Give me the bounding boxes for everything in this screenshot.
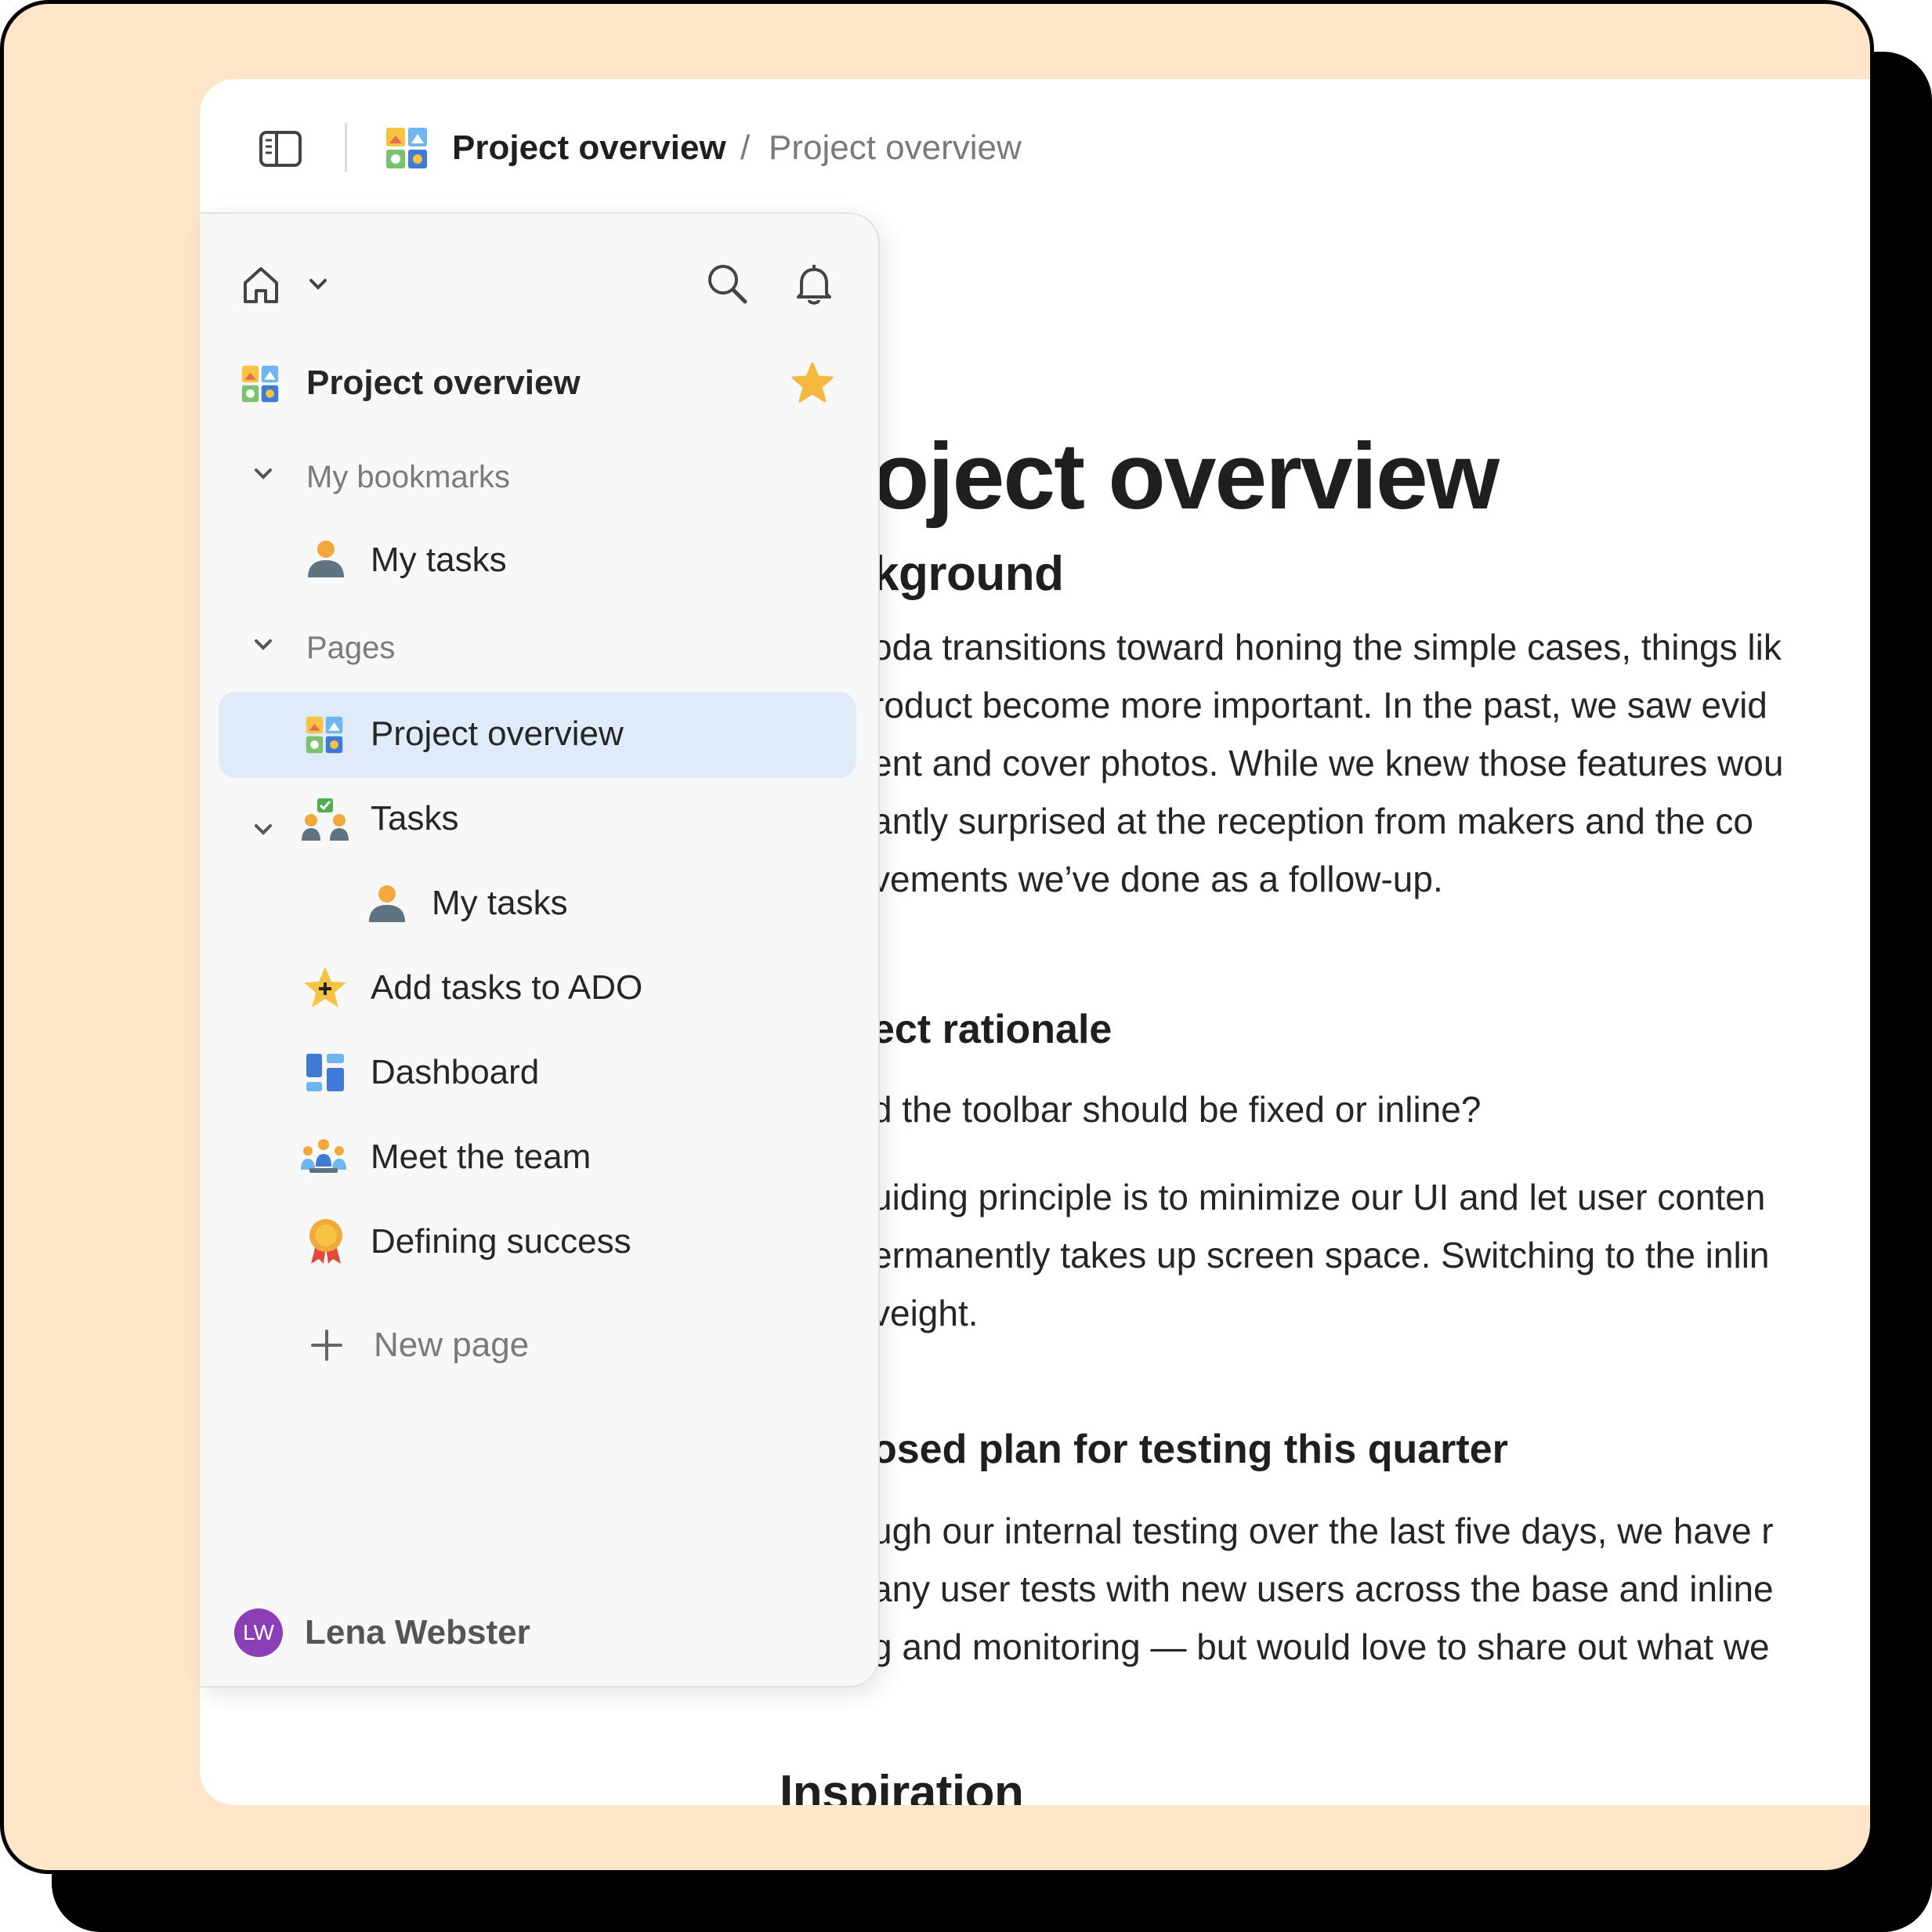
- chevron-down-icon[interactable]: [251, 820, 275, 839]
- chevron-down-icon[interactable]: [306, 275, 330, 294]
- paragraph-line[interactable]: veight.: [872, 1284, 979, 1342]
- paragraph-line[interactable]: oda transitions toward honing the simple…: [872, 618, 1782, 676]
- paragraph-line[interactable]: uiding principle is to minimize our UI a…: [872, 1168, 1765, 1226]
- team-tasks-icon: [300, 797, 350, 844]
- paragraph-line[interactable]: ugh our internal testing over the last f…: [872, 1502, 1774, 1560]
- bell-icon[interactable]: [791, 261, 838, 308]
- sidebar-panel: Project overview My bookmarks My tasks P…: [200, 212, 880, 1688]
- project-grid-icon: [241, 364, 280, 403]
- page-title[interactable]: oject overview: [872, 418, 1500, 535]
- screenshot-frame: Project overview / Project overview ojec…: [0, 0, 1874, 1874]
- user-name[interactable]: Lena Webster: [305, 1608, 530, 1657]
- section-heading[interactable]: ect rationale: [872, 1002, 1112, 1057]
- paragraph-line[interactable]: vements we’ve done as a follow-up.: [872, 850, 1443, 908]
- sidebar-item-add-tasks[interactable]: Add tasks to ADO: [371, 964, 642, 1011]
- chevron-down-icon[interactable]: [251, 635, 275, 654]
- section-heading[interactable]: Inspiration: [780, 1762, 1024, 1805]
- dashboard-icon: [305, 1052, 346, 1093]
- paragraph-line[interactable]: ent and cover photos. While we knew thos…: [872, 734, 1783, 792]
- team-icon: [298, 1135, 349, 1179]
- section-my-bookmarks[interactable]: My bookmarks: [306, 454, 510, 501]
- sidebar-item-defining-success[interactable]: Defining success: [371, 1218, 631, 1265]
- section-heading[interactable]: kground: [872, 543, 1064, 606]
- sidebar-item-meet-team[interactable]: Meet the team: [371, 1134, 591, 1181]
- paragraph-line[interactable]: antly surprised at the reception from ma…: [872, 792, 1753, 850]
- section-pages[interactable]: Pages: [306, 624, 395, 671]
- sidebar-item-dashboard[interactable]: Dashboard: [371, 1049, 539, 1096]
- chevron-down-icon[interactable]: [251, 465, 275, 483]
- sidebar-item-tasks[interactable]: Tasks: [371, 795, 458, 842]
- search-icon[interactable]: [704, 261, 751, 308]
- paragraph-line[interactable]: roduct become more important. In the pas…: [872, 676, 1767, 734]
- sidebar-doc-title[interactable]: Project overview: [306, 360, 581, 407]
- paragraph-line[interactable]: d the toolbar should be fixed or inline?: [872, 1080, 1481, 1138]
- section-heading[interactable]: osed plan for testing this quarter: [872, 1422, 1508, 1477]
- paragraph-line[interactable]: any user tests with new users across the…: [872, 1560, 1774, 1618]
- new-page-button[interactable]: New page: [374, 1322, 529, 1369]
- sparkle-star-icon: [302, 964, 349, 1011]
- paragraph-line[interactable]: g and monitoring — but would love to sha…: [872, 1618, 1770, 1676]
- home-icon[interactable]: [239, 262, 283, 306]
- sidebar-item-label[interactable]: Project overview: [371, 711, 624, 758]
- project-grid-icon: [305, 715, 344, 754]
- person-icon: [366, 881, 408, 924]
- paragraph-line[interactable]: ermanently takes up screen space. Switch…: [872, 1226, 1770, 1284]
- plus-icon[interactable]: [308, 1326, 346, 1364]
- star-icon[interactable]: [789, 360, 836, 407]
- sidebar-item-my-tasks[interactable]: My tasks: [432, 880, 568, 927]
- avatar[interactable]: LW: [234, 1608, 283, 1657]
- sidebar-item-bookmark-my-tasks[interactable]: My tasks: [371, 537, 507, 584]
- medal-icon: [306, 1217, 346, 1265]
- person-icon: [305, 537, 347, 579]
